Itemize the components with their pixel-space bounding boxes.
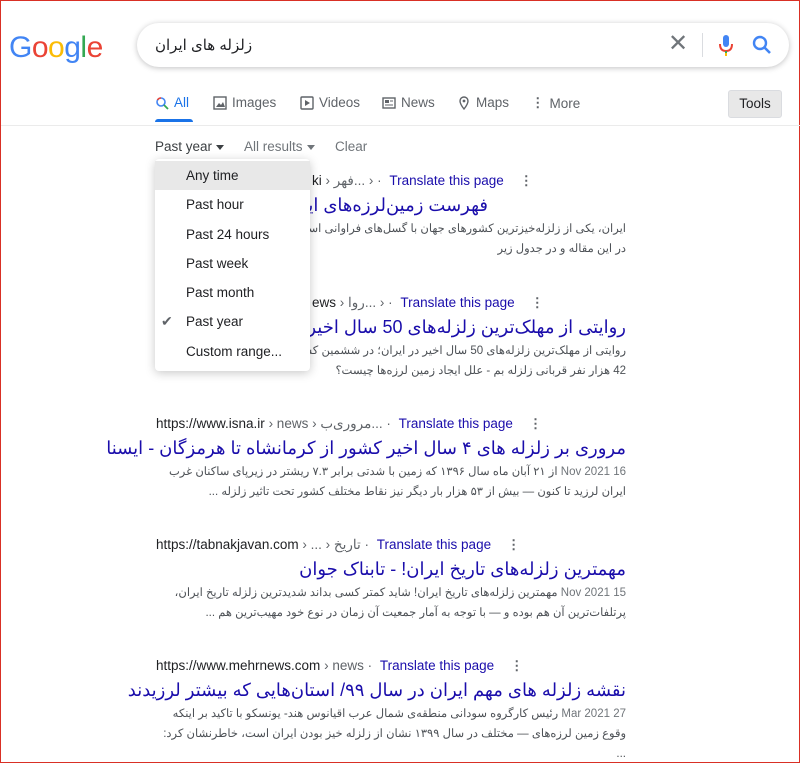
menu-item-past-week[interactable]: Past week	[155, 249, 310, 278]
more-vert-icon[interactable]: ⋮	[520, 173, 534, 189]
search-divider	[702, 33, 703, 57]
search-icon[interactable]	[750, 33, 774, 57]
result-title[interactable]: نقشه زلزله های مهم ایران در سال ۹۹/ استا…	[128, 680, 626, 701]
result-site: ews	[312, 295, 337, 310]
more-vert-icon[interactable]: ⋮	[510, 658, 524, 674]
menu-item-label: Past month	[186, 285, 255, 301]
google-logo[interactable]: Google	[9, 31, 103, 65]
time-filter[interactable]: Past year	[155, 139, 225, 154]
tab-label: News	[401, 95, 435, 110]
results-filter-label: All results	[244, 139, 303, 154]
caret-down-icon	[216, 144, 225, 150]
logo-letter: o	[31, 31, 49, 64]
result-snippet-text: از ۲۱ آبان ماه سال ۱۳۹۶ که زمین با شدتی …	[168, 466, 626, 498]
result-date: 16 Nov 2021	[560, 466, 626, 478]
menu-item-label: Custom range...	[186, 343, 283, 359]
translate-link[interactable]: Translate this page	[400, 295, 514, 310]
menu-item-label: Past year	[186, 314, 244, 330]
menu-item-custom-range[interactable]: Custom range...	[155, 337, 310, 366]
more-vert-icon[interactable]: ⋮	[507, 537, 521, 553]
result-site: ki	[312, 173, 322, 188]
tab-label: Images	[232, 95, 277, 110]
search-result: https://www.mehrnews.com › news · Transl…	[128, 658, 626, 764]
result-url: https://www.mehrnews.com	[156, 658, 321, 673]
result-url: https://www.isna.ir	[156, 416, 265, 431]
result-snippet-text: رئیس کارگروه سودانی منطقه‌ی شمال عرب اقی…	[163, 708, 626, 760]
search-input[interactable]: زلزله های ایران	[155, 36, 252, 54]
menu-item-label: Past 24 hours	[186, 226, 270, 242]
play-icon	[300, 95, 314, 110]
result-date: 27 Mar 2021	[561, 708, 626, 720]
tab-label: Videos	[319, 95, 361, 110]
menu-item-label: Any time	[186, 168, 239, 183]
tools-button[interactable]: Tools	[728, 90, 782, 118]
more-vert-icon[interactable]: ⋮	[530, 295, 544, 311]
tab-label: All	[174, 95, 190, 110]
menu-item-any-time[interactable]: Any time	[155, 161, 310, 191]
checkmark-icon: ✔	[161, 313, 173, 330]
logo-letter: G	[9, 31, 32, 64]
menu-item-past-24-hours[interactable]: Past 24 hours	[155, 220, 310, 249]
menu-item-label: Past week	[186, 255, 249, 271]
caret-down-icon	[306, 144, 315, 150]
menu-item-past-year[interactable]: ✔ Past year	[155, 307, 310, 336]
result-cite: https://www.isna.ir › news › مروری‌ب... …	[156, 416, 626, 434]
result-snippet: 16 Nov 2021 از ۲۱ آبان ماه سال ۱۳۹۶ که ز…	[156, 462, 626, 502]
result-cite: https://tabnakjavan.com › ... › تاریخ · …	[156, 537, 626, 555]
map-pin-icon	[459, 95, 469, 110]
separator-dot: ·	[388, 295, 393, 310]
menu-item-past-hour[interactable]: Past hour	[155, 190, 310, 219]
separator-dot: ·	[364, 537, 370, 552]
result-snippet-text: مهمترین زلزله‌های تاریخ ایران! شاید کمتر…	[174, 587, 626, 619]
tab-videos[interactable]: Videos	[300, 95, 360, 110]
result-title[interactable]: مهمترین زلزله‌های تاریخ ایران! - تابناک …	[156, 559, 626, 580]
image-icon	[213, 95, 227, 110]
translate-link[interactable]: Translate this page	[377, 537, 491, 552]
menu-item-past-month[interactable]: Past month	[155, 278, 310, 307]
logo-letter: o	[48, 31, 65, 64]
result-path: › ... › تاریخ	[302, 537, 361, 552]
result-path: › news	[324, 658, 364, 673]
tab-maps[interactable]: Maps	[457, 95, 509, 110]
result-path: › روا... ›	[339, 295, 385, 310]
result-snippet: 15 Nov 2021 مهمترین زلزله‌های تاریخ ایرا…	[156, 583, 626, 623]
results-filter[interactable]: All results	[244, 139, 315, 154]
logo-letter: e	[86, 31, 104, 64]
search-icon	[156, 96, 169, 110]
result-snippet: 27 Mar 2021 رئیس کارگروه سودانی منطقه‌ی …	[156, 704, 626, 764]
clear-filter-link[interactable]: Clear	[335, 139, 367, 154]
result-date: 15 Nov 2021	[560, 587, 626, 599]
close-icon[interactable]: ✕	[667, 31, 689, 57]
logo-letter: g	[64, 31, 81, 64]
translate-link[interactable]: Translate this page	[399, 416, 513, 431]
separator-dot: ·	[367, 658, 373, 673]
search-result: https://tabnakjavan.com › ... › تاریخ · …	[156, 537, 626, 623]
result-path: › news › مروری‌ب...	[268, 416, 383, 431]
translate-link[interactable]: Translate this page	[389, 173, 503, 188]
search-result: https://www.isna.ir › news › مروری‌ب... …	[106, 416, 626, 502]
active-tab-indicator	[155, 119, 193, 122]
result-cite: https://www.mehrnews.com › news · Transl…	[156, 658, 626, 676]
microphone-icon[interactable]	[715, 33, 737, 57]
more-vert-icon[interactable]: ⋮	[529, 416, 543, 432]
tab-label: More	[549, 95, 581, 111]
result-url: https://tabnakjavan.com	[156, 537, 299, 552]
translate-link[interactable]: Translate this page	[380, 658, 494, 673]
newspaper-icon	[382, 96, 396, 109]
tab-all[interactable]: All	[155, 95, 189, 110]
menu-item-label: Past hour	[186, 197, 244, 213]
more-vert-icon: ⋮	[531, 95, 545, 110]
tab-more[interactable]: ⋮ More	[531, 95, 580, 111]
search-box[interactable]: زلزله های ایران ✕	[137, 23, 789, 67]
time-filter-menu: Any time Past hour Past 24 hours Past we…	[155, 159, 310, 371]
tab-news[interactable]: News	[382, 95, 435, 110]
result-path: › فهر... ›	[325, 173, 374, 188]
time-filter-label: Past year	[155, 139, 213, 154]
tab-images[interactable]: Images	[213, 95, 276, 110]
result-title[interactable]: مروری بر زلزله های ۴ سال اخیر کشور از کر…	[106, 438, 626, 459]
header-divider	[1, 125, 800, 126]
separator-dot: ·	[386, 416, 391, 431]
separator-dot: ·	[377, 173, 382, 188]
tab-label: Maps	[476, 95, 510, 110]
